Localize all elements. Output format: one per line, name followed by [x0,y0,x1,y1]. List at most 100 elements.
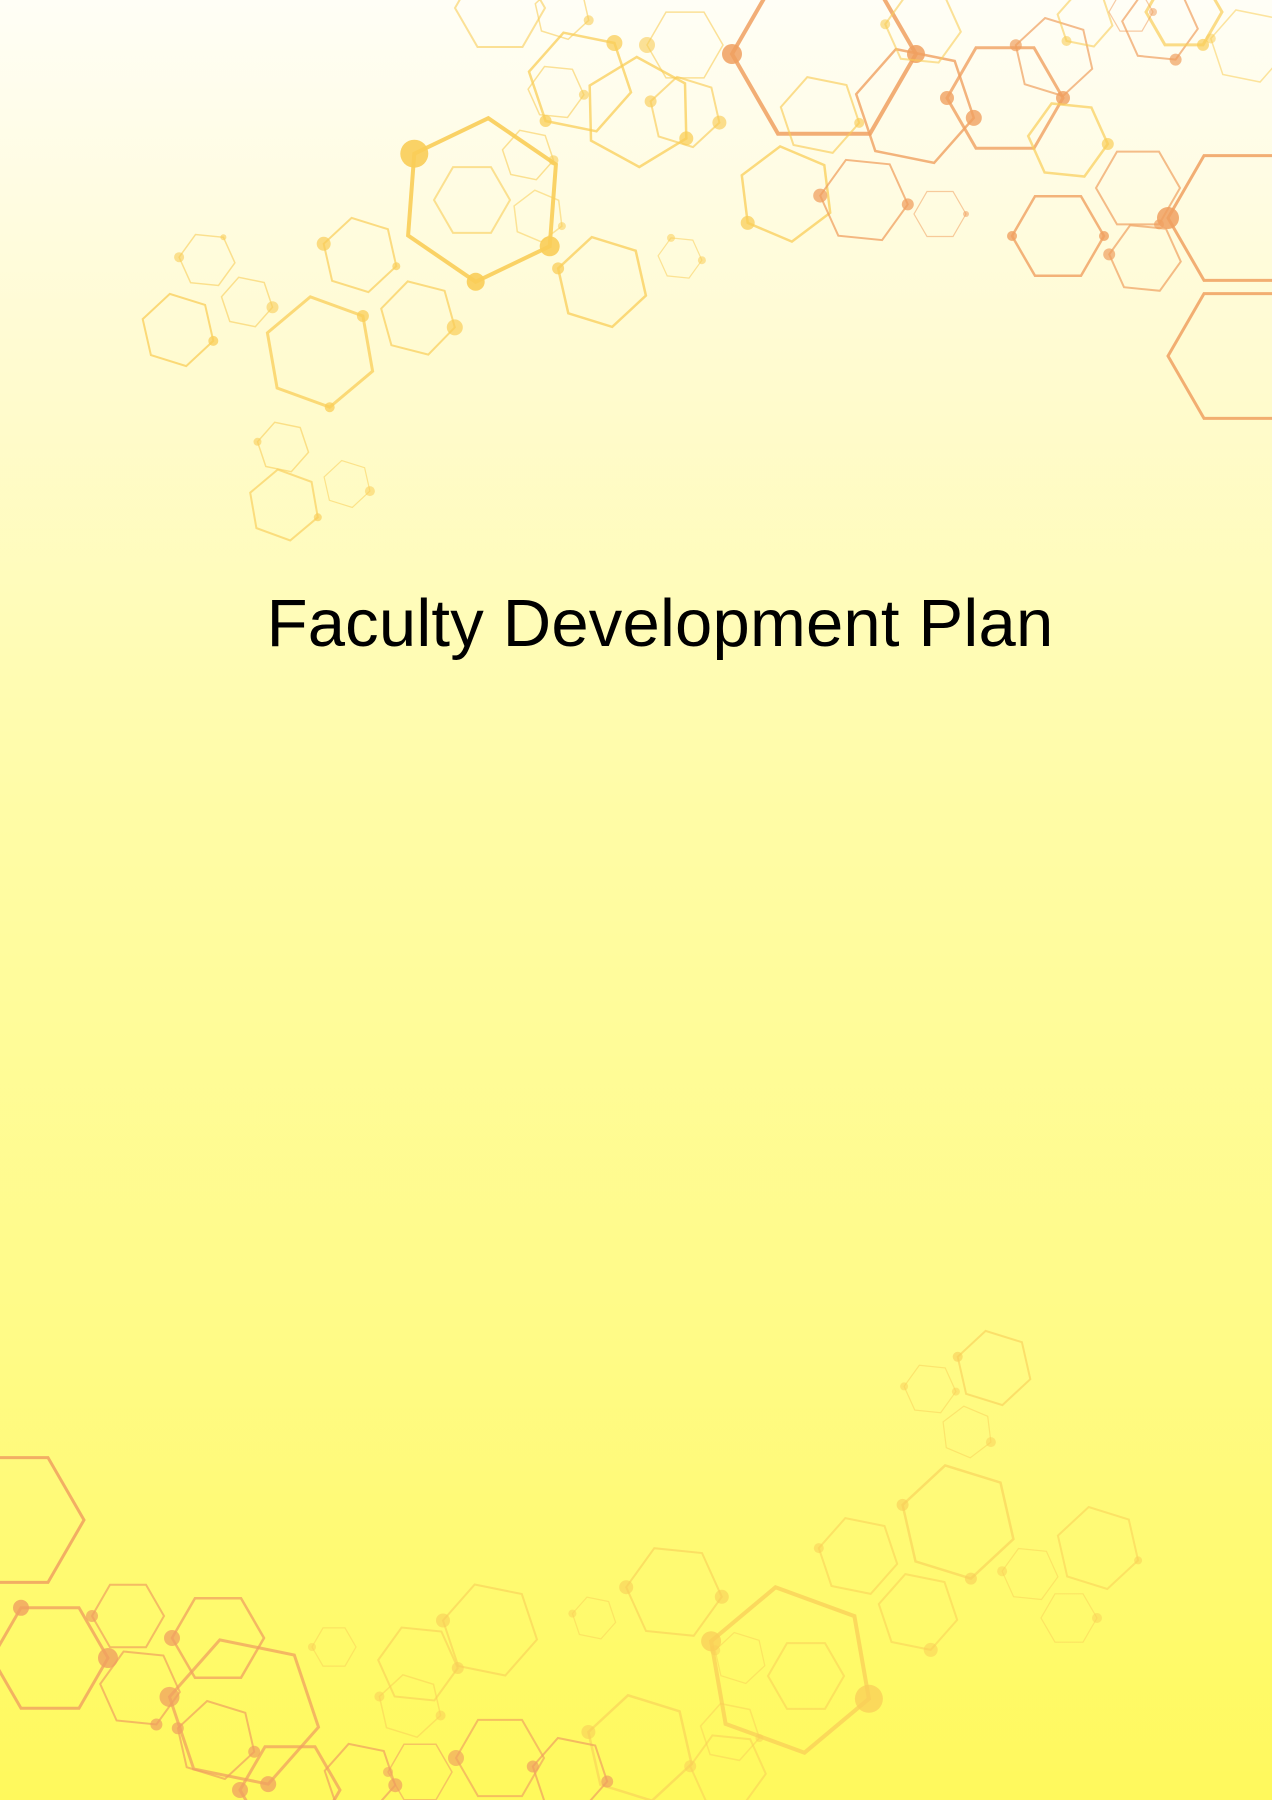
hexagon-node-dot [253,437,262,446]
hexagon-node-dot [667,233,675,242]
hexagon-node-dot [448,1750,464,1766]
hexagon-node-dot [940,91,954,105]
hexagon-outline [854,47,976,165]
hexagon-node-dot [714,1589,729,1604]
hexagon-node-dot [466,272,485,291]
hexagon-node-dot [1099,231,1109,241]
hexagon-outline [178,233,236,287]
hexagon-outline [901,1463,1015,1581]
hexagon-outline [1001,1547,1059,1601]
hexagon-outline [0,1456,86,1584]
hexagon-outline [1166,292,1272,420]
hexagon-node-dot [951,1387,960,1396]
hexagon-outline [945,46,1065,150]
hexagon-node-dot [374,1691,385,1702]
hexagon-outline [556,235,648,329]
hexagon-outline [265,295,375,409]
hexagon-node-dot [316,236,331,251]
hexagon-node-dot [1103,248,1116,261]
hexagon-node-dot [568,1609,577,1618]
hexagon-node-dot [952,1351,963,1362]
hexagon-node-dot [266,301,279,314]
hexagon-outline [817,1517,899,1595]
hexagon-outline [657,237,703,279]
hexagon-outline [1010,194,1106,278]
hexagon-node-dot [313,513,322,522]
hexagon-outline [513,189,563,243]
hexagon-node-dot [171,1722,184,1735]
hexagon-node-dot [164,1630,180,1646]
hexagon-outline [170,1596,266,1680]
hexagon-outline [942,1405,992,1459]
hexagon-node-dot [436,1613,450,1628]
hexagon-node-dot [697,256,706,265]
hexagon-outline [0,1606,110,1710]
hexagon-node-dot [451,1662,464,1674]
hexagon-network-decoration [0,0,1272,1800]
hexagon-node-dot [997,1566,1008,1577]
hexagon-node-dot [1061,36,1072,46]
hexagon-outline [90,1583,166,1649]
hexagon-node-dot [923,1642,938,1657]
hexagon-node-dot [1101,138,1114,150]
hexagon-outline [708,1585,872,1755]
hexagon-node-dot [964,1572,977,1585]
hexagon-node-dot [400,139,429,168]
hexagon-outline [689,1734,767,1800]
hexagon-node-dot [963,211,969,217]
hexagon-node-dot [392,262,401,271]
hexagon-outline [903,1364,957,1414]
hexagon-outline [432,166,512,234]
hexagon-node-dot [1134,1556,1143,1565]
hexagon-node-dot [539,115,552,127]
hexagon-outline [588,55,688,169]
hexagon-outline [714,1631,766,1685]
hexagon-outline [1209,9,1272,83]
hexagon-node-dot [1169,53,1182,66]
hexagon-node-dot [854,117,865,128]
hexagon-node-dot [552,262,565,275]
document-title: Faculty Development Plan [266,586,1054,661]
hexagon-node-dot [356,310,369,322]
hexagon-node-dot [208,335,219,346]
hexagon-node-dot [13,1599,29,1616]
hexagon-node-dot [684,1760,697,1773]
hexagon-outline [1040,1593,1098,1643]
hexagon-outline [1056,1505,1140,1591]
hexagon-node-dot [539,236,560,257]
hexagon-outline [779,76,861,154]
hexagon-node-dot [174,252,185,263]
hexagon-outline [249,468,319,542]
hexagon-node-dot [985,1437,996,1448]
hexagon-node-dot [606,35,623,51]
hexagon-outline [322,216,398,294]
hexagon-node-dot [1092,1613,1102,1623]
hexagon-outline [441,1583,539,1677]
hexagon-outline [877,1573,959,1651]
hexagon-node-dot [740,215,755,230]
hexagon-outline [1166,154,1272,282]
hexagon-outline [141,292,215,368]
hexagon-node-dot [601,1775,614,1788]
top-hexagon-cluster [141,0,1272,542]
hexagon-node-dot [232,1782,248,1798]
hexagon-outline [377,1626,459,1702]
hexagon-node-dot [755,1734,764,1742]
hexagon-node-dot [900,1382,909,1391]
hexagon-node-dot [308,1643,316,1651]
hexagon-node-dot [557,222,566,231]
hexagon-outline [1121,0,1199,61]
hexagon-outline [913,190,967,238]
hexagon-outline [819,158,909,242]
hexagon-node-dot [324,402,335,413]
hexagon-node-dot [1009,39,1022,52]
hexagon-node-dot [896,1498,909,1511]
hexagon-node-dot [364,486,375,497]
hexagon-outline [220,276,274,328]
hexagon-node-dot [712,115,727,130]
hexagon-outline [625,1547,723,1637]
hexagon-outline [766,1642,846,1710]
hexagon-outline [454,1718,546,1798]
hexagon-node-dot [1007,231,1017,241]
hexagon-outline [571,1596,617,1640]
